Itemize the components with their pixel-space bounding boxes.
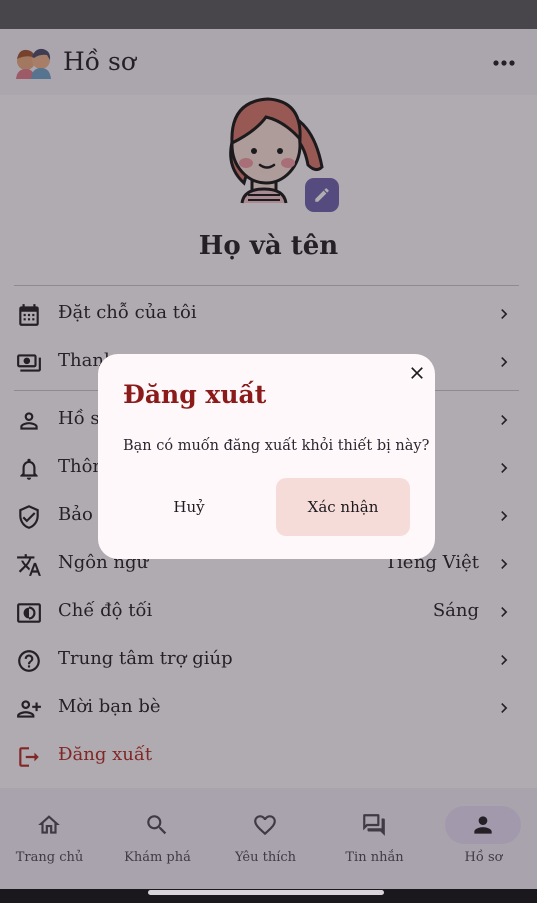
dialog-title: Đăng xuất — [123, 380, 267, 409]
status-bar — [0, 0, 537, 29]
confirm-button[interactable]: Xác nhận — [276, 478, 410, 536]
profile-screen: Hồ sơ Họ và tên Đặt chỗ của tôi Thanh Hồ… — [0, 29, 537, 889]
close-icon — [411, 367, 423, 379]
cancel-button[interactable]: Huỷ — [122, 478, 256, 536]
home-gesture-bar[interactable] — [148, 890, 384, 895]
logout-dialog: Đăng xuất Bạn có muốn đăng xuất khỏi thi… — [98, 354, 435, 559]
dialog-close-button[interactable] — [404, 360, 430, 386]
dialog-message: Bạn có muốn đăng xuất khỏi thiết bị này? — [123, 438, 430, 454]
